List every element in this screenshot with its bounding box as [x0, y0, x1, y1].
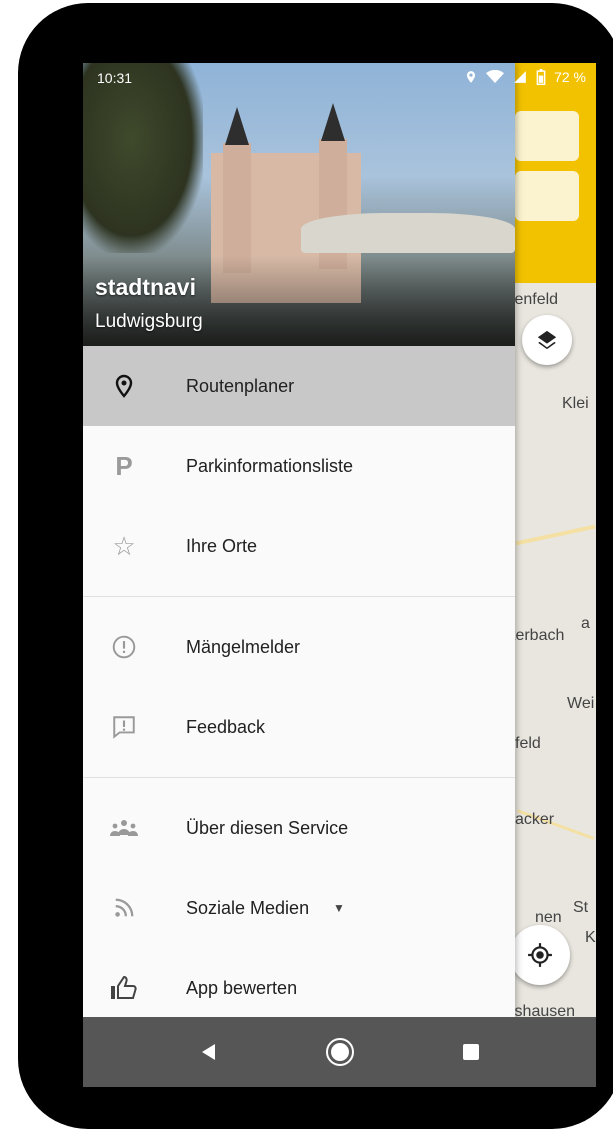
feedback-icon — [107, 710, 141, 744]
star-outline-icon: ☆ — [112, 530, 136, 561]
map-pin-icon — [107, 369, 141, 403]
menu-divider — [83, 777, 515, 778]
recents-square-icon — [462, 1044, 479, 1060]
map-label: terbach — [511, 627, 565, 644]
menu-item-feedback[interactable]: Feedback — [83, 687, 515, 767]
map-label: a — [581, 615, 590, 632]
menu-item-app-bewerten[interactable]: App bewerten — [83, 948, 515, 1028]
navigation-drawer: stadtnavi Ludwigsburg Routenplaner P Par… — [83, 63, 515, 1087]
alert-circle-icon — [107, 630, 141, 664]
menu-item-parkinformationsliste[interactable]: P Parkinformationsliste — [83, 426, 515, 506]
menu-item-ihre-orte[interactable]: ☆ Ihre Orte — [83, 506, 515, 586]
map-label: K — [585, 929, 596, 946]
map-label: Klei — [562, 395, 589, 412]
menu-item-maengelmelder[interactable]: Mängelmelder — [83, 607, 515, 687]
drawer-menu: Routenplaner P Parkinformationsliste ☆ I… — [83, 346, 515, 1028]
origin-field[interactable] — [515, 111, 579, 161]
battery-percent: 72 % — [554, 69, 586, 85]
menu-item-label: Routenplaner — [186, 375, 295, 396]
menu-item-soziale-medien[interactable]: Soziale Medien ▼ — [83, 868, 515, 948]
city-subtitle: Ludwigsburg — [95, 311, 203, 332]
layers-icon — [537, 330, 557, 350]
menu-item-label: Ihre Orte — [186, 535, 258, 556]
map-label: feld — [515, 735, 541, 752]
location-icon — [466, 71, 476, 83]
back-triangle-icon — [201, 1044, 215, 1060]
menu-item-ueber-diesen-service[interactable]: Über diesen Service — [83, 788, 515, 868]
layers-button[interactable] — [522, 315, 572, 365]
back-button[interactable] — [189, 1032, 229, 1072]
menu-item-label: Feedback — [186, 716, 266, 737]
phone-frame: tenfeld Klei terbach a Wei feld acker St… — [18, 3, 613, 1129]
menu-item-routenplaner[interactable]: Routenplaner — [83, 346, 515, 426]
menu-item-label: Mängelmelder — [186, 636, 301, 657]
wifi-icon — [486, 70, 505, 83]
home-circle-icon — [325, 1038, 354, 1066]
drawer-header: stadtnavi Ludwigsburg — [83, 63, 515, 346]
signal-icon — [514, 71, 526, 83]
menu-divider — [83, 596, 515, 597]
locate-me-button[interactable] — [510, 925, 570, 985]
menu-item-label: Über diesen Service — [186, 817, 349, 838]
home-button[interactable] — [320, 1032, 360, 1072]
brand-title: stadtnavi — [95, 274, 196, 300]
map-label: tenfeld — [510, 291, 559, 308]
battery-icon — [536, 69, 546, 85]
header-photo-umbrella — [301, 213, 515, 253]
map-label: St — [573, 899, 589, 916]
menu-item-label: Parkinformationsliste — [186, 455, 354, 476]
rss-icon — [107, 891, 141, 925]
chevron-down-icon: ▼ — [333, 901, 345, 915]
thumbs-up-icon — [107, 971, 141, 1005]
crosshair-icon — [528, 943, 552, 967]
menu-item-label: App bewerten — [186, 977, 298, 998]
recents-button[interactable] — [451, 1032, 491, 1072]
parking-icon: P — [115, 450, 133, 481]
people-icon — [107, 811, 141, 845]
status-bar: 10:31 72 % — [83, 63, 596, 93]
status-time: 10:31 — [97, 70, 133, 86]
system-navigation-bar — [83, 1017, 596, 1087]
screen: tenfeld Klei terbach a Wei feld acker St… — [83, 63, 596, 1087]
map-label: acker — [515, 811, 555, 828]
menu-item-label: Soziale Medien — [186, 897, 310, 918]
map-label: Wei — [567, 695, 595, 712]
destination-field[interactable] — [515, 171, 579, 221]
